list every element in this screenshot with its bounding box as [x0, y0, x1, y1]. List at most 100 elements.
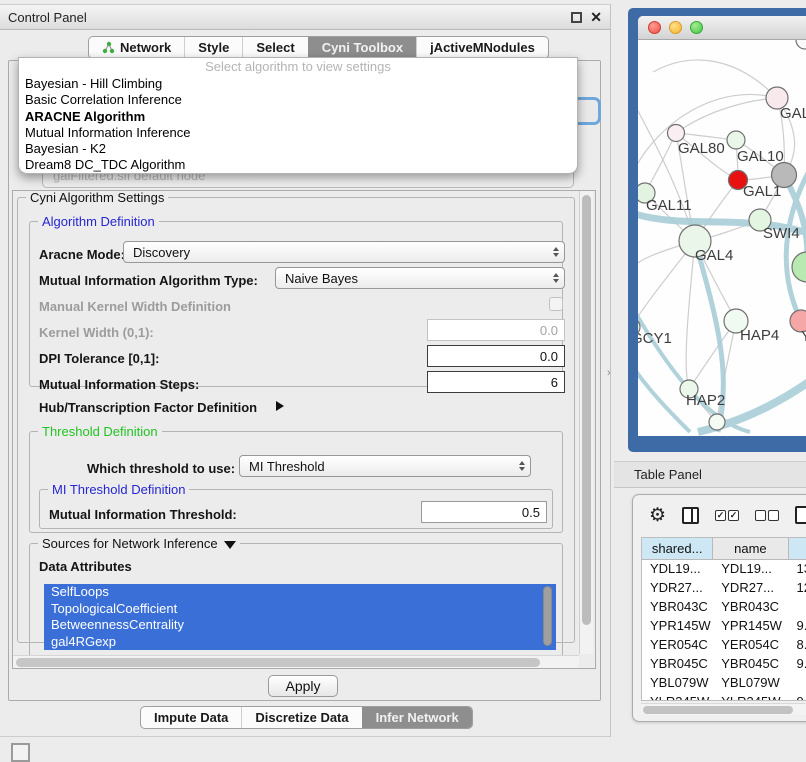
dpi-tolerance-label: DPI Tolerance [0,1]:	[39, 351, 159, 366]
network-node[interactable]	[709, 414, 725, 430]
panel-bottom-edge	[0, 736, 610, 737]
control-panel-tabs: Network Style Select Cyni Toolbox jActiv…	[88, 36, 549, 59]
mi-steps-field[interactable]: 6	[427, 371, 565, 393]
tab-infer-network[interactable]: Infer Network	[362, 707, 472, 728]
node-label: GAL80	[678, 140, 725, 157]
splitter-handle-icon[interactable]: ›	[607, 366, 615, 380]
mi-type-combo[interactable]: Naive Bayes	[275, 267, 565, 289]
settings-horizontal-scrollbar[interactable]	[13, 655, 579, 668]
tab-network[interactable]: Network	[89, 37, 184, 58]
algorithm-option[interactable]: Basic Correlation Inference	[19, 92, 577, 108]
algorithm-option[interactable]: Mutual Information Inference	[19, 125, 577, 141]
table-row[interactable]: YDR27...YDR27...12	[642, 579, 806, 598]
algorithm-dropdown-popup: Select algorithm to view settings Bayesi…	[18, 57, 578, 174]
table-row[interactable]: YER054CYER054C8.	[642, 636, 806, 655]
zoom-window-icon[interactable]	[690, 21, 703, 34]
algorithm-option[interactable]: Bayesian - K2	[19, 141, 577, 157]
tab-style[interactable]: Style	[184, 37, 242, 58]
docked-panel-icon[interactable]	[11, 743, 30, 762]
table-row[interactable]: YPR145WYPR145W9.	[642, 617, 806, 636]
table-row[interactable]: YLR345WYLR345W9.	[642, 693, 806, 701]
table-horizontal-scrollbar[interactable]	[641, 703, 806, 715]
aracne-mode-combo[interactable]: Discovery	[123, 241, 565, 263]
node-label: GCY1	[638, 330, 672, 347]
algorithm-option[interactable]: Dream8 DC_TDC Algorithm	[19, 157, 577, 173]
network-graph: GAL7 GAL80 GAL10 GAL1 GAL11 SWI4 GAL4 GC…	[638, 40, 806, 436]
table-row[interactable]: YBR045CYBR045C9.	[642, 655, 806, 674]
combo-arrows-icon	[553, 247, 559, 257]
network-node[interactable]	[796, 40, 806, 49]
attribute-list-scrollbar[interactable]	[543, 586, 553, 648]
attribute-item-selected[interactable]: TopologicalCoefficient	[44, 601, 556, 618]
minimize-window-icon[interactable]	[669, 21, 682, 34]
column-header-shared-name[interactable]: shared...	[642, 538, 713, 560]
column-header-name[interactable]: name	[713, 538, 788, 560]
manual-kernel-checkbox[interactable]	[549, 297, 563, 311]
attribute-item-selected[interactable]: gal4RGexp	[44, 634, 556, 651]
attribute-item-selected[interactable]: BetweennessCentrality	[44, 617, 556, 634]
which-threshold-value: MI Threshold	[249, 459, 325, 474]
node-label: GAL4	[695, 247, 733, 264]
gear-icon[interactable]: ⚙	[649, 506, 666, 525]
split-columns-icon[interactable]	[682, 507, 699, 524]
algorithm-option-selected[interactable]: ARACNE Algorithm	[19, 109, 577, 125]
mi-steps-label: Mutual Information Steps:	[39, 377, 199, 392]
settings-vertical-scrollbar[interactable]	[579, 191, 593, 654]
manual-kernel-label: Manual Kernel Width Definition	[39, 299, 231, 314]
apply-button[interactable]: Apply	[268, 675, 338, 697]
kernel-width-label: Kernel Width (0,1):	[39, 325, 154, 340]
mi-threshold-group-title: MI Threshold Definition	[48, 482, 189, 497]
tab-discretize-data[interactable]: Discretize Data	[241, 707, 361, 728]
node-table: shared... name A YDL19...YDL19...13 YDR2…	[641, 537, 806, 701]
network-node[interactable]	[727, 131, 745, 149]
mi-type-label: Mutual Information Algorithm Type:	[39, 273, 258, 288]
which-threshold-combo[interactable]: MI Threshold	[239, 455, 531, 477]
control-panel-title: Control Panel	[8, 10, 87, 25]
network-canvas[interactable]: GAL7 GAL80 GAL10 GAL1 GAL11 SWI4 GAL4 GC…	[638, 40, 806, 436]
network-node[interactable]	[668, 125, 685, 142]
sources-collapse-arrow-icon[interactable]	[224, 541, 236, 549]
float-panel-icon[interactable]	[571, 12, 582, 23]
table-row[interactable]: YBR043CYBR043C	[642, 598, 806, 617]
attribute-item-selected[interactable]: SelfLoops	[44, 584, 556, 601]
dpi-tolerance-field[interactable]: 0.0	[427, 345, 565, 367]
kernel-width-field[interactable]: 0.0	[427, 319, 565, 341]
mi-threshold-field[interactable]: 0.5	[421, 501, 547, 523]
table-row[interactable]: YDL19...YDL19...13	[642, 560, 806, 579]
close-panel-icon[interactable]: ✕	[590, 12, 602, 23]
deselect-all-checks-icon[interactable]	[755, 510, 779, 521]
control-panel-titlebar: Control Panel ✕	[0, 4, 610, 30]
column-header-clipped[interactable]: A	[789, 538, 806, 560]
mi-threshold-label: Mutual Information Threshold:	[49, 507, 237, 522]
new-table-icon[interactable]	[795, 506, 806, 524]
which-threshold-label: Which threshold to use:	[87, 461, 235, 476]
node-label: HAP4	[740, 327, 779, 344]
node-label: GAL7	[780, 105, 806, 122]
table-row[interactable]: YBL079WYBL079W	[642, 674, 806, 693]
network-node[interactable]	[792, 252, 806, 282]
data-attributes-label: Data Attributes	[39, 559, 132, 574]
node-label: GAL10	[737, 148, 784, 165]
node-label: GAL11	[646, 197, 692, 214]
node-label: Y	[801, 328, 806, 345]
hub-expand-arrow-icon[interactable]	[276, 401, 284, 411]
tab-jactivemnodules[interactable]: jActiveMNodules	[416, 37, 548, 58]
screen: Control Panel ✕ Network Style Select Cyn…	[0, 0, 806, 762]
table-panel-title: Table Panel	[634, 467, 702, 482]
tab-select[interactable]: Select	[242, 37, 307, 58]
tab-impute-data[interactable]: Impute Data	[141, 707, 241, 728]
data-attributes-list: SelfLoops TopologicalCoefficient Between…	[44, 584, 556, 650]
algorithm-popup-placeholder: Select algorithm to view settings	[19, 58, 577, 76]
algorithm-definition-title: Algorithm Definition	[38, 214, 159, 229]
table-panel-window: ⚙ ✓✓ shared... name A YDL19...YDL19...13…	[632, 494, 806, 722]
aracne-mode-value: Discovery	[133, 245, 190, 260]
sources-group-title: Sources for Network Inference	[38, 536, 240, 551]
network-window[interactable]: GAL7 GAL80 GAL10 GAL1 GAL11 SWI4 GAL4 GC…	[638, 16, 806, 436]
tab-network-label: Network	[120, 40, 171, 55]
close-window-icon[interactable]	[648, 21, 661, 34]
select-all-checks-icon[interactable]: ✓✓	[715, 510, 739, 521]
combo-arrows-icon	[519, 461, 525, 471]
network-window-titlebar[interactable]	[638, 16, 806, 40]
tab-cyni-toolbox[interactable]: Cyni Toolbox	[308, 37, 416, 58]
algorithm-option[interactable]: Bayesian - Hill Climbing	[19, 76, 577, 92]
